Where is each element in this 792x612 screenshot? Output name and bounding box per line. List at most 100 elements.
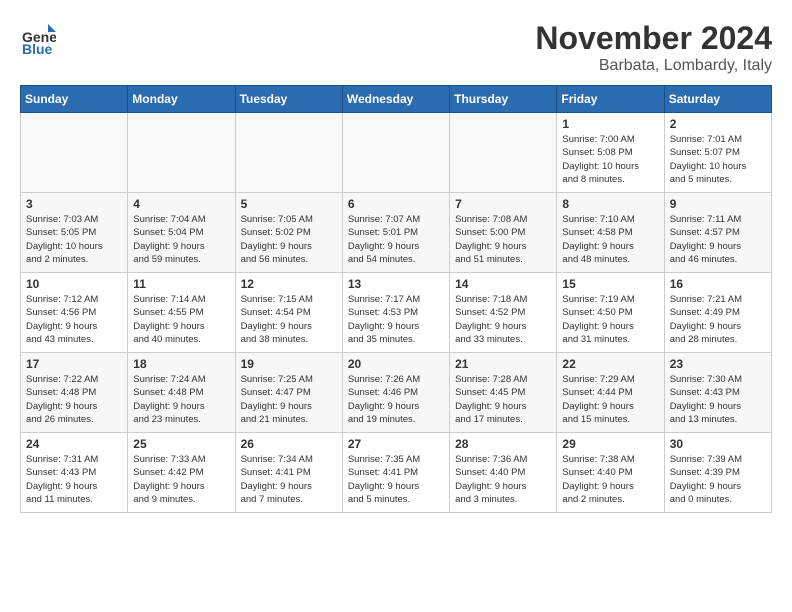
day-info: Sunrise: 7:05 AM Sunset: 5:02 PM Dayligh… (241, 213, 337, 266)
day-number: 4 (133, 197, 229, 211)
week-row-4: 17 Sunrise: 7:22 AM Sunset: 4:48 PM Dayli… (21, 353, 772, 433)
weekday-header-monday: Monday (128, 86, 235, 113)
day-info: Sunrise: 7:30 AM Sunset: 4:43 PM Dayligh… (670, 373, 766, 426)
calendar-cell: 14 Sunrise: 7:18 AM Sunset: 4:52 PM Dayli… (450, 273, 557, 353)
weekday-header-sunday: Sunday (21, 86, 128, 113)
calendar-cell: 8Sunrise: 7:10 AM Sunset: 4:58 PM Daylig… (557, 193, 664, 273)
day-number: 6 (348, 197, 444, 211)
day-info: Sunrise: 7:03 AM Sunset: 5:05 PM Dayligh… (26, 213, 122, 266)
day-number: 8 (562, 197, 658, 211)
calendar-cell: 30 Sunrise: 7:39 AM Sunset: 4:39 PM Dayli… (664, 433, 771, 513)
title-area: November 2024 Barbata, Lombardy, Italy (535, 20, 772, 75)
day-info: Sunrise: 7:21 AM Sunset: 4:49 PM Dayligh… (670, 293, 766, 346)
day-number: 12 (241, 277, 337, 291)
day-info: Sunrise: 7:19 AM Sunset: 4:50 PM Dayligh… (562, 293, 658, 346)
day-number: 17 (26, 357, 122, 371)
calendar-cell: 2 Sunrise: 7:01 AM Sunset: 5:07 PM Daylig… (664, 113, 771, 193)
day-info: Sunrise: 7:33 AM Sunset: 4:42 PM Dayligh… (133, 453, 229, 506)
calendar-cell: 10Sunrise: 7:12 AM Sunset: 4:56 PM Dayli… (21, 273, 128, 353)
calendar-cell: 27Sunrise: 7:35 AM Sunset: 4:41 PM Dayli… (342, 433, 449, 513)
calendar-cell (342, 113, 449, 193)
calendar-cell: 13 Sunrise: 7:17 AM Sunset: 4:53 PM Dayli… (342, 273, 449, 353)
day-info: Sunrise: 7:00 AM Sunset: 5:08 PM Dayligh… (562, 133, 658, 186)
day-number: 13 (348, 277, 444, 291)
day-info: Sunrise: 7:01 AM Sunset: 5:07 PM Dayligh… (670, 133, 766, 186)
logo-icon: General Blue (20, 20, 56, 56)
calendar-cell: 9Sunrise: 7:11 AM Sunset: 4:57 PM Daylig… (664, 193, 771, 273)
calendar-cell: 28 Sunrise: 7:36 AM Sunset: 4:40 PM Dayli… (450, 433, 557, 513)
calendar-cell: 11 Sunrise: 7:14 AM Sunset: 4:55 PM Dayli… (128, 273, 235, 353)
day-info: Sunrise: 7:26 AM Sunset: 4:46 PM Dayligh… (348, 373, 444, 426)
day-number: 25 (133, 437, 229, 451)
day-info: Sunrise: 7:31 AM Sunset: 4:43 PM Dayligh… (26, 453, 122, 506)
day-info: Sunrise: 7:08 AM Sunset: 5:00 PM Dayligh… (455, 213, 551, 266)
logo: General Blue (20, 20, 60, 56)
calendar-cell: 18 Sunrise: 7:24 AM Sunset: 4:48 PM Dayli… (128, 353, 235, 433)
day-info: Sunrise: 7:25 AM Sunset: 4:47 PM Dayligh… (241, 373, 337, 426)
svg-text:Blue: Blue (22, 41, 53, 56)
day-info: Sunrise: 7:35 AM Sunset: 4:41 PM Dayligh… (348, 453, 444, 506)
calendar-cell: 22 Sunrise: 7:29 AM Sunset: 4:44 PM Dayli… (557, 353, 664, 433)
day-number: 3 (26, 197, 122, 211)
calendar-cell: 29Sunrise: 7:38 AM Sunset: 4:40 PM Dayli… (557, 433, 664, 513)
day-info: Sunrise: 7:34 AM Sunset: 4:41 PM Dayligh… (241, 453, 337, 506)
day-number: 14 (455, 277, 551, 291)
day-info: Sunrise: 7:14 AM Sunset: 4:55 PM Dayligh… (133, 293, 229, 346)
day-number: 24 (26, 437, 122, 451)
day-number: 19 (241, 357, 337, 371)
calendar-cell: 17 Sunrise: 7:22 AM Sunset: 4:48 PM Dayli… (21, 353, 128, 433)
week-row-3: 10Sunrise: 7:12 AM Sunset: 4:56 PM Dayli… (21, 273, 772, 353)
day-number: 11 (133, 277, 229, 291)
day-number: 2 (670, 117, 766, 131)
calendar-cell: 21 Sunrise: 7:28 AM Sunset: 4:45 PM Dayli… (450, 353, 557, 433)
weekday-header-tuesday: Tuesday (235, 86, 342, 113)
day-number: 7 (455, 197, 551, 211)
calendar-cell: 26 Sunrise: 7:34 AM Sunset: 4:41 PM Dayli… (235, 433, 342, 513)
calendar-cell: 24 Sunrise: 7:31 AM Sunset: 4:43 PM Dayli… (21, 433, 128, 513)
day-info: Sunrise: 7:36 AM Sunset: 4:40 PM Dayligh… (455, 453, 551, 506)
calendar-cell: 15Sunrise: 7:19 AM Sunset: 4:50 PM Dayli… (557, 273, 664, 353)
month-title: November 2024 (535, 20, 772, 57)
calendar-cell: 19 Sunrise: 7:25 AM Sunset: 4:47 PM Dayli… (235, 353, 342, 433)
weekday-header-friday: Friday (557, 86, 664, 113)
week-row-2: 3 Sunrise: 7:03 AM Sunset: 5:05 PM Daylig… (21, 193, 772, 273)
day-info: Sunrise: 7:11 AM Sunset: 4:57 PM Dayligh… (670, 213, 766, 266)
day-info: Sunrise: 7:29 AM Sunset: 4:44 PM Dayligh… (562, 373, 658, 426)
day-info: Sunrise: 7:22 AM Sunset: 4:48 PM Dayligh… (26, 373, 122, 426)
calendar-cell: 5Sunrise: 7:05 AM Sunset: 5:02 PM Daylig… (235, 193, 342, 273)
day-number: 16 (670, 277, 766, 291)
day-number: 1 (562, 117, 658, 131)
day-number: 20 (348, 357, 444, 371)
day-number: 29 (562, 437, 658, 451)
day-number: 28 (455, 437, 551, 451)
day-info: Sunrise: 7:15 AM Sunset: 4:54 PM Dayligh… (241, 293, 337, 346)
calendar-cell: 6 Sunrise: 7:07 AM Sunset: 5:01 PM Daylig… (342, 193, 449, 273)
weekday-header-row: SundayMondayTuesdayWednesdayThursdayFrid… (21, 86, 772, 113)
day-number: 22 (562, 357, 658, 371)
weekday-header-wednesday: Wednesday (342, 86, 449, 113)
day-info: Sunrise: 7:28 AM Sunset: 4:45 PM Dayligh… (455, 373, 551, 426)
calendar-cell: 3 Sunrise: 7:03 AM Sunset: 5:05 PM Daylig… (21, 193, 128, 273)
calendar-cell (450, 113, 557, 193)
day-info: Sunrise: 7:07 AM Sunset: 5:01 PM Dayligh… (348, 213, 444, 266)
calendar-cell: 20 Sunrise: 7:26 AM Sunset: 4:46 PM Dayli… (342, 353, 449, 433)
day-number: 18 (133, 357, 229, 371)
calendar-cell: 12 Sunrise: 7:15 AM Sunset: 4:54 PM Dayli… (235, 273, 342, 353)
calendar-cell: 1 Sunrise: 7:00 AM Sunset: 5:08 PM Daylig… (557, 113, 664, 193)
day-info: Sunrise: 7:39 AM Sunset: 4:39 PM Dayligh… (670, 453, 766, 506)
calendar-cell: 23Sunrise: 7:30 AM Sunset: 4:43 PM Dayli… (664, 353, 771, 433)
day-number: 26 (241, 437, 337, 451)
calendar-cell (235, 113, 342, 193)
day-info: Sunrise: 7:24 AM Sunset: 4:48 PM Dayligh… (133, 373, 229, 426)
day-info: Sunrise: 7:17 AM Sunset: 4:53 PM Dayligh… (348, 293, 444, 346)
calendar-cell (21, 113, 128, 193)
page-header: General Blue November 2024 Barbata, Lomb… (20, 20, 772, 75)
day-number: 21 (455, 357, 551, 371)
day-info: Sunrise: 7:18 AM Sunset: 4:52 PM Dayligh… (455, 293, 551, 346)
location: Barbata, Lombardy, Italy (535, 57, 772, 75)
calendar-cell: 25 Sunrise: 7:33 AM Sunset: 4:42 PM Dayli… (128, 433, 235, 513)
day-number: 30 (670, 437, 766, 451)
day-info: Sunrise: 7:04 AM Sunset: 5:04 PM Dayligh… (133, 213, 229, 266)
calendar-cell: 7 Sunrise: 7:08 AM Sunset: 5:00 PM Daylig… (450, 193, 557, 273)
day-number: 10 (26, 277, 122, 291)
